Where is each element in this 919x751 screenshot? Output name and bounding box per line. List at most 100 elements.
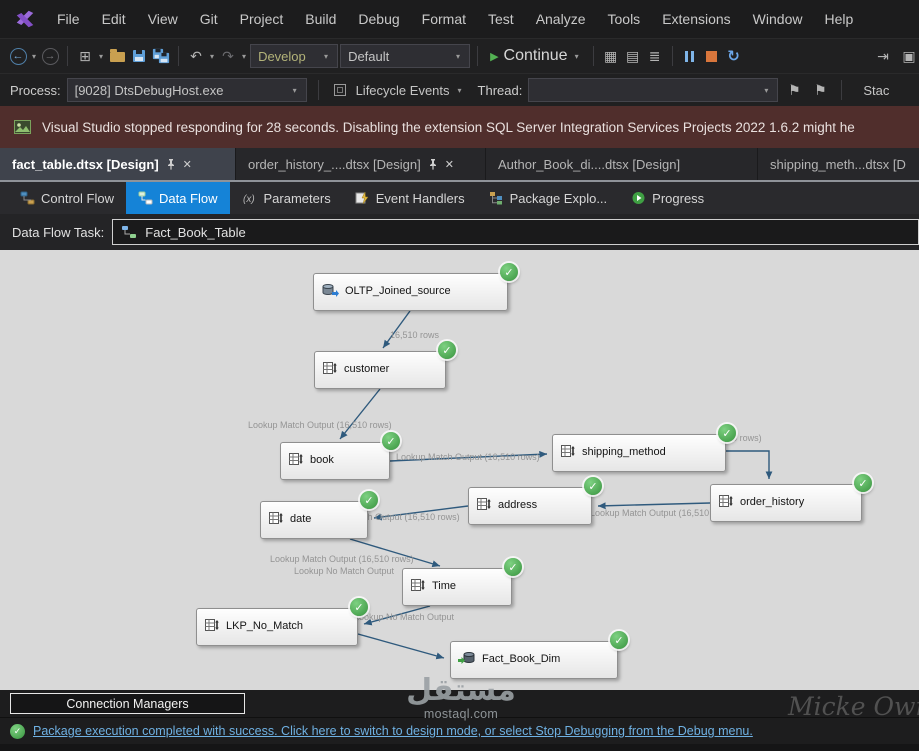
status-message-link[interactable]: Package execution completed with success… [33,724,753,738]
lookup-icon [268,510,284,531]
connection-managers-strip: Connection Managers [0,690,919,717]
stop-debugging-button[interactable] [702,45,722,67]
node-fact_book_dim[interactable]: Fact_Book_Dim [450,641,618,679]
step-over-icon[interactable]: ⇥ [873,45,893,67]
menu-item-build[interactable]: Build [294,6,347,32]
menu-item-edit[interactable]: Edit [91,6,137,32]
document-tab-1[interactable]: fact_table.dtsx [Design]✕ [0,148,236,180]
menu-item-project[interactable]: Project [229,6,295,32]
node-time[interactable]: Time [402,568,512,606]
infobar-message: Visual Studio stopped responding for 28 … [42,120,855,135]
path-label: Lookup No Match Output [354,612,454,622]
lifecycle-events-icon[interactable] [330,79,350,101]
document-tab-label: order_history_....dtsx [Design] [248,157,421,172]
menu-bar: FileEditViewGitProjectBuildDebugFormatTe… [0,0,919,38]
navigate-back-button[interactable]: ← [8,45,28,67]
save-icon[interactable] [129,45,149,67]
show-threads-flag-icon[interactable]: ⚑ [784,79,804,101]
designer-tab-event-handlers[interactable]: Event Handlers [343,182,477,214]
designer-tab-package-explo[interactable]: Package Explo... [477,182,620,214]
progress-icon [631,191,646,205]
close-icon[interactable]: ✕ [445,158,454,171]
node-oltp[interactable]: OLTP_Joined_source [313,273,508,311]
designer-tab-parameters[interactable]: (x)Parameters [230,182,343,214]
node-customer[interactable]: customer [314,351,446,389]
connection-managers-tab[interactable]: Connection Managers [10,693,245,714]
node-label: address [498,499,537,512]
restart-button[interactable]: ↻ [724,45,744,67]
menu-item-git[interactable]: Git [189,6,229,32]
chevron-down-icon: ▾ [291,86,299,95]
infobar-image-icon [12,116,32,138]
immediate-window-icon[interactable]: ▤ [623,45,643,67]
flag-threads-icon[interactable]: ⚑ [810,79,830,101]
data-flow-task-label: Data Flow Task: [12,225,104,240]
redo-icon[interactable]: ↷ [218,45,238,67]
designer-tab-data-flow[interactable]: Data Flow [126,182,230,214]
menu-bar-items: FileEditViewGitProjectBuildDebugFormatTe… [46,6,864,32]
watch-window-icon[interactable]: ≣ [645,45,665,67]
lookup-icon [204,617,220,638]
pin-icon[interactable] [166,159,176,170]
new-project-caret[interactable]: ▾ [97,52,105,61]
solution-platforms-dropdown[interactable]: Default ▾ [340,44,470,68]
menu-item-debug[interactable]: Debug [347,6,410,32]
break-all-button[interactable] [680,45,700,67]
path-label: Lookup Match Output (16,510 rows) [248,420,392,430]
lookup-icon [410,577,426,598]
data-flow-task-selector[interactable]: Fact_Book_Table [112,219,919,245]
breakpoints-window-icon[interactable]: ▦ [601,45,621,67]
continue-button[interactable]: ▶ Continue ▾ [485,47,586,65]
menu-item-test[interactable]: Test [477,6,525,32]
thread-dropdown[interactable]: ▾ [528,78,778,102]
process-dropdown[interactable]: [9028] DtsDebugHost.exe ▾ [67,78,307,102]
document-tab-strip: fact_table.dtsx [Design]✕order_history_.… [0,148,919,180]
menu-item-window[interactable]: Window [742,6,814,32]
menu-item-analyze[interactable]: Analyze [525,6,597,32]
solution-configurations-dropdown[interactable]: Develop ▾ [250,44,338,68]
menu-item-view[interactable]: View [137,6,189,32]
menu-item-extensions[interactable]: Extensions [651,6,741,32]
toolbar-overflow-icon[interactable]: ▣ [899,45,919,67]
open-file-icon[interactable] [107,45,127,67]
pin-icon[interactable] [428,159,438,170]
node-date[interactable]: date [260,501,368,539]
toolbar-separator [477,46,478,66]
parameters-icon: (x) [242,191,258,205]
menu-item-tools[interactable]: Tools [597,6,652,32]
data-flow-task-icon [121,225,137,239]
navigate-forward-button[interactable]: → [40,45,60,67]
navigate-back-caret[interactable]: ▾ [30,52,38,61]
data-flow-canvas[interactable]: 16,510 rowsLookup Match Output (16,510 r… [0,250,919,690]
node-book[interactable]: book [280,442,390,480]
notification-infobar[interactable]: Visual Studio stopped responding for 28 … [0,106,919,148]
save-all-icon[interactable] [151,45,171,67]
menu-item-format[interactable]: Format [411,6,477,32]
toolbar-separator [672,46,673,66]
designer-tab-label: Progress [652,191,704,206]
document-tab-3[interactable]: Author_Book_di....dtsx [Design] [486,148,758,180]
designer-tab-progress[interactable]: Progress [619,182,716,214]
visual-studio-window: FileEditViewGitProjectBuildDebugFormatTe… [0,0,919,751]
process-label: Process: [10,83,61,98]
undo-icon[interactable]: ↶ [186,45,206,67]
node-address[interactable]: address [468,487,592,525]
toolbar-separator [318,80,319,100]
close-icon[interactable]: ✕ [183,158,192,171]
document-tab-4[interactable]: shipping_meth...dtsx [D [758,148,919,180]
node-order_history[interactable]: order_history [710,484,862,522]
menu-item-help[interactable]: Help [813,6,864,32]
node-shipping_method[interactable]: shipping_method [552,434,726,472]
lifecycle-events-label[interactable]: Lifecycle Events [356,83,450,98]
node-label: order_history [740,496,804,509]
menu-item-file[interactable]: File [46,6,91,32]
node-label: LKP_No_Match [226,620,303,633]
designer-tab-control-flow[interactable]: Control Flow [8,182,126,214]
document-tab-2[interactable]: order_history_....dtsx [Design] ✕ [236,148,486,180]
new-project-icon[interactable]: ⊞ [75,45,95,67]
redo-caret[interactable]: ▾ [240,52,248,61]
node-lkp_no_match[interactable]: LKP_No_Match [196,608,358,646]
undo-caret[interactable]: ▾ [208,52,216,61]
continue-label: Continue [504,47,568,65]
lookup-icon [560,443,576,464]
